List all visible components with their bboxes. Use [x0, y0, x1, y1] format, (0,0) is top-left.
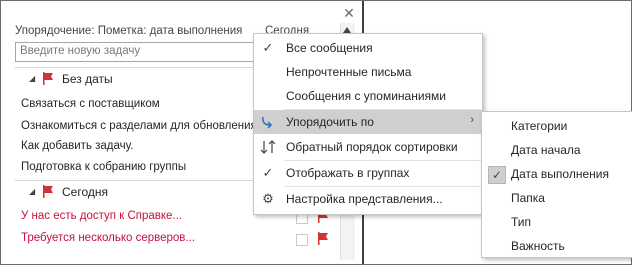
menu-item-all-messages[interactable]: ✓ Все сообщения: [254, 36, 482, 60]
task-item[interactable]: Связаться с поставщиком: [21, 98, 160, 110]
menu-item-label: Отображать в группах: [286, 166, 410, 180]
close-icon[interactable]: ✕: [341, 5, 357, 21]
submenu-item-label: Категории: [511, 119, 568, 133]
collapse-triangle-icon[interactable]: ◢: [29, 74, 35, 83]
menu-item-unread[interactable]: Непрочтенные письма: [254, 60, 482, 84]
chevron-right-icon: ›: [470, 114, 474, 126]
menu-item-mentions[interactable]: Сообщения с упоминаниями: [254, 84, 482, 108]
menu-item-label: Обратный порядок сортировки: [286, 140, 458, 154]
flag-icon: [42, 72, 54, 88]
task-item-overdue[interactable]: Требуется несколько серверов...: [21, 232, 195, 244]
sort-reverse-icon: [260, 139, 276, 155]
check-icon: ✓: [262, 40, 274, 55]
menu-item-arrange-by[interactable]: Упорядочить по ›: [254, 110, 482, 134]
sort-label[interactable]: Упорядочение: Пометка: дата выполнения: [15, 25, 242, 37]
menu-item-label: Сообщения с упоминаниями: [286, 89, 447, 103]
gear-icon: ⚙: [262, 191, 274, 206]
collapse-triangle-icon[interactable]: ◢: [29, 187, 35, 196]
submenu-item-start-date[interactable]: Дата начала: [482, 138, 632, 162]
flag-icon[interactable]: [317, 232, 329, 248]
menu-item-label: Упорядочить по: [286, 115, 374, 129]
arrange-arrow-icon: [260, 114, 276, 130]
menu-item-show-in-groups[interactable]: ✓ Отображать в группах: [254, 161, 482, 185]
submenu-item-importance[interactable]: Важность: [482, 234, 632, 258]
submenu-item-due-date[interactable]: ✓ Дата выполнения: [482, 162, 632, 186]
menu-item-reverse-sort[interactable]: Обратный порядок сортировки: [254, 135, 482, 159]
view-menu: ✓ Все сообщения Непрочтенные письма Сооб…: [253, 33, 483, 215]
check-icon: ✓: [262, 165, 274, 180]
task-item[interactable]: Ознакомиться с разделами для обновления: [21, 120, 257, 132]
check-icon: ✓: [488, 166, 506, 184]
task-checkbox[interactable]: [296, 234, 308, 246]
submenu-item-folder[interactable]: Папка: [482, 186, 632, 210]
task-item[interactable]: Как добавить задачу.: [21, 140, 133, 152]
submenu-item-type[interactable]: Тип: [482, 210, 632, 234]
menu-item-label: Все сообщения: [286, 41, 373, 55]
menu-item-label: Непрочтенные письма: [286, 65, 412, 79]
group-title: Сегодня: [62, 185, 108, 199]
arrange-by-submenu: Категории Дата начала ✓ Дата выполнения …: [481, 111, 632, 258]
submenu-item-categories[interactable]: Категории: [482, 114, 632, 138]
task-item-overdue[interactable]: У нас есть доступ к Справке...: [21, 210, 182, 222]
task-item[interactable]: Подготовка к собранию группы: [21, 161, 186, 173]
group-title: Без даты: [62, 72, 113, 86]
submenu-item-label: Тип: [511, 215, 532, 229]
submenu-item-label: Важность: [511, 239, 565, 253]
flag-icon: [42, 185, 54, 201]
submenu-item-label: Дата начала: [511, 143, 581, 157]
submenu-item-label: Папка: [511, 191, 545, 205]
submenu-item-label: Дата выполнения: [511, 167, 609, 181]
menu-item-view-settings[interactable]: ⚙ Настройка представления...: [254, 187, 482, 211]
menu-item-label: Настройка представления...: [286, 192, 443, 206]
